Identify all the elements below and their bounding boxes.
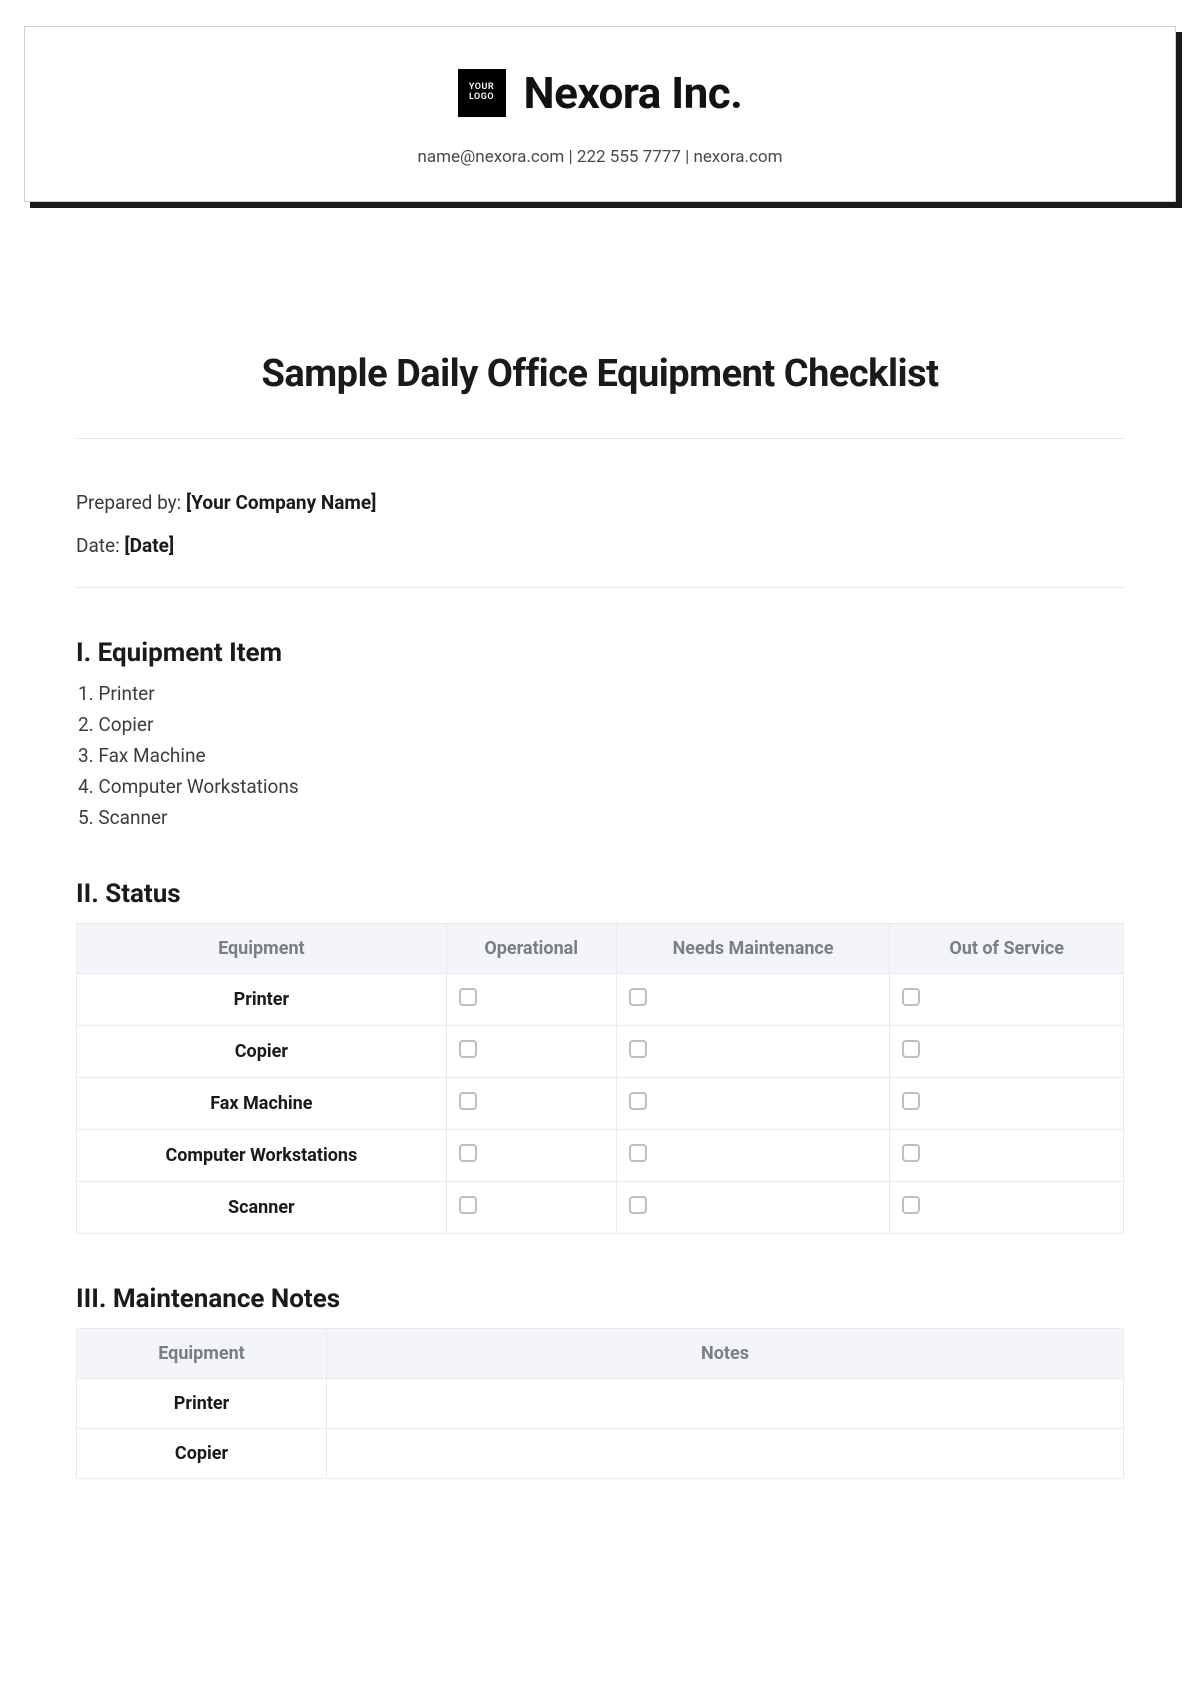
status-table: Equipment Operational Needs Maintenance … — [76, 923, 1124, 1234]
notes-table: Equipment Notes Printer Copier — [76, 1328, 1124, 1479]
table-row: Printer — [77, 1379, 1124, 1429]
checkbox-icon[interactable] — [902, 1196, 920, 1214]
date-label: Date: — [76, 534, 120, 557]
table-row: Scanner — [77, 1182, 1124, 1234]
equipment-cell: Printer — [77, 974, 447, 1026]
col-out-of-service: Out of Service — [890, 924, 1124, 974]
logo-row: YOUR LOGO Nexora Inc. — [45, 67, 1155, 119]
table-row: Fax Machine — [77, 1078, 1124, 1130]
checkbox-cell — [890, 1026, 1124, 1078]
checkbox-icon[interactable] — [629, 1144, 647, 1162]
checkbox-icon[interactable] — [629, 1196, 647, 1214]
checkbox-cell — [446, 1078, 616, 1130]
col-needs-maintenance: Needs Maintenance — [616, 924, 890, 974]
logo-placeholder: YOUR LOGO — [458, 69, 506, 117]
divider — [76, 438, 1124, 439]
col-notes: Notes — [327, 1329, 1124, 1379]
checkbox-cell — [616, 974, 890, 1026]
checkbox-icon[interactable] — [629, 1040, 647, 1058]
table-header-row: Equipment Operational Needs Maintenance … — [77, 924, 1124, 974]
table-row: Copier — [77, 1429, 1124, 1479]
checkbox-icon[interactable] — [459, 1144, 477, 1162]
equipment-list: 1. Printer 2. Copier 3. Fax Machine 4. C… — [76, 682, 1124, 829]
checkbox-cell — [890, 1182, 1124, 1234]
company-name: Nexora Inc. — [524, 67, 743, 119]
checkbox-cell — [616, 1182, 890, 1234]
document-title: Sample Daily Office Equipment Checklist — [76, 352, 1124, 396]
checkbox-icon[interactable] — [902, 1040, 920, 1058]
list-item: 1. Printer — [78, 682, 1124, 705]
checkbox-icon[interactable] — [459, 1092, 477, 1110]
col-equipment: Equipment — [77, 1329, 327, 1379]
checkbox-cell — [446, 1182, 616, 1234]
table-header-row: Equipment Notes — [77, 1329, 1124, 1379]
checkbox-cell — [890, 1078, 1124, 1130]
notes-cell[interactable] — [327, 1379, 1124, 1429]
checkbox-icon[interactable] — [629, 1092, 647, 1110]
checkbox-icon[interactable] — [629, 988, 647, 1006]
equipment-cell: Copier — [77, 1429, 327, 1479]
checkbox-icon[interactable] — [459, 1040, 477, 1058]
col-equipment: Equipment — [77, 924, 447, 974]
table-row: Computer Workstations — [77, 1130, 1124, 1182]
contact-line: name@nexora.com | 222 555 7777 | nexora.… — [45, 147, 1155, 167]
checkbox-cell — [616, 1078, 890, 1130]
list-item: 4. Computer Workstations — [78, 775, 1124, 798]
document-page: YOUR LOGO Nexora Inc. name@nexora.com | … — [0, 0, 1200, 1479]
content-area: Sample Daily Office Equipment Checklist … — [24, 352, 1176, 1479]
col-operational: Operational — [446, 924, 616, 974]
section-heading-status: II. Status — [76, 879, 1124, 909]
checkbox-icon[interactable] — [459, 988, 477, 1006]
meta-block: Prepared by: [Your Company Name] Date: [… — [76, 491, 1124, 557]
checkbox-icon[interactable] — [902, 1092, 920, 1110]
equipment-cell: Computer Workstations — [77, 1130, 447, 1182]
checkbox-cell — [446, 1130, 616, 1182]
section-heading-notes: III. Maintenance Notes — [76, 1284, 1124, 1314]
list-item: 2. Copier — [78, 713, 1124, 736]
list-item: 5. Scanner — [78, 806, 1124, 829]
checkbox-icon[interactable] — [459, 1196, 477, 1214]
checkbox-cell — [616, 1026, 890, 1078]
checkbox-cell — [616, 1130, 890, 1182]
checkbox-icon[interactable] — [902, 1144, 920, 1162]
divider — [76, 587, 1124, 588]
date-row: Date: [Date] — [76, 534, 1124, 557]
equipment-cell: Copier — [77, 1026, 447, 1078]
section-heading-equipment: I. Equipment Item — [76, 638, 1124, 668]
prepared-by-value: [Your Company Name] — [186, 491, 376, 514]
checkbox-cell — [446, 974, 616, 1026]
prepared-by-row: Prepared by: [Your Company Name] — [76, 491, 1124, 514]
notes-cell[interactable] — [327, 1429, 1124, 1479]
checkbox-cell — [890, 974, 1124, 1026]
table-row: Printer — [77, 974, 1124, 1026]
list-item: 3. Fax Machine — [78, 744, 1124, 767]
header-box: YOUR LOGO Nexora Inc. name@nexora.com | … — [24, 26, 1176, 202]
table-row: Copier — [77, 1026, 1124, 1078]
date-value: [Date] — [124, 534, 174, 557]
checkbox-cell — [890, 1130, 1124, 1182]
equipment-cell: Fax Machine — [77, 1078, 447, 1130]
checkbox-icon[interactable] — [902, 988, 920, 1006]
prepared-by-label: Prepared by: — [76, 491, 181, 514]
logo-text-line2: LOGO — [469, 93, 494, 103]
checkbox-cell — [446, 1026, 616, 1078]
equipment-cell: Printer — [77, 1379, 327, 1429]
equipment-cell: Scanner — [77, 1182, 447, 1234]
